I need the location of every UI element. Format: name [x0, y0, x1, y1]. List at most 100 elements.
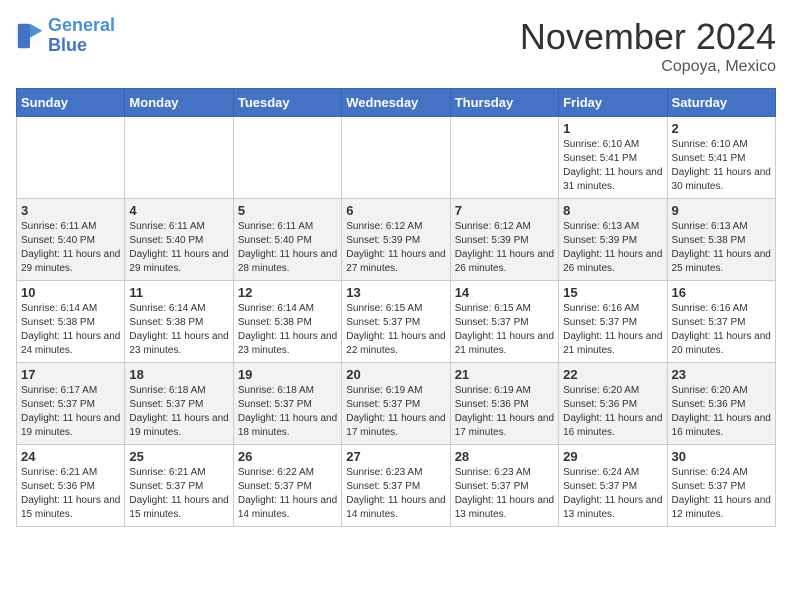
calendar-cell: 29Sunrise: 6:24 AM Sunset: 5:37 PM Dayli…: [559, 445, 667, 527]
day-number: 25: [129, 449, 228, 464]
calendar-cell: 13 Sunrise: 6:15 AM Sunset: 5:37 PM Dayli…: [342, 281, 450, 363]
logo-text: General Blue: [48, 16, 115, 56]
calendar-cell: [450, 117, 558, 199]
weekday-header-monday: Monday: [125, 89, 233, 117]
day-number: 11: [129, 285, 228, 300]
calendar-cell: 9Sunrise: 6:13 AM Sunset: 5:38 PM Daylig…: [667, 199, 775, 281]
day-number: 28: [455, 449, 554, 464]
calendar-cell: 1 Sunrise: 6:10 AM Sunset: 5:41 PM Daylig…: [559, 117, 667, 199]
calendar-cell: 21 Sunrise: 6:19 AM Sunset: 5:36 PM Dayli…: [450, 363, 558, 445]
weekday-header-wednesday: Wednesday: [342, 89, 450, 117]
calendar-cell: 17 Sunrise: 6:17 AM Sunset: 5:37 PM Dayli…: [17, 363, 125, 445]
day-info: Sunrise: 6:14 AM Sunset: 5:38 PM Dayligh…: [238, 302, 337, 358]
weekday-header-row: SundayMondayTuesdayWednesdayThursdayFrid…: [17, 89, 776, 117]
calendar-cell: 12 Sunrise: 6:14 AM Sunset: 5:38 PM Dayli…: [233, 281, 341, 363]
calendar: SundayMondayTuesdayWednesdayThursdayFrid…: [16, 88, 776, 527]
calendar-cell: 23 Sunrise: 6:20 AM Sunset: 5:36 PM Dayli…: [667, 363, 775, 445]
weekday-header-tuesday: Tuesday: [233, 89, 341, 117]
calendar-cell: 3 Sunrise: 6:11 AM Sunset: 5:40 PM Daylig…: [17, 199, 125, 281]
day-info: Sunrise: 6:10 AM Sunset: 5:41 PM Dayligh…: [563, 138, 662, 194]
day-info: Sunrise: 6:19 AM Sunset: 5:37 PM Dayligh…: [346, 384, 445, 440]
day-number: 7: [455, 203, 554, 218]
day-info: Sunrise: 6:24 AM Sunset: 5:37 PM Dayligh…: [672, 466, 771, 522]
day-number: 1: [563, 121, 662, 136]
weekday-header-sunday: Sunday: [17, 89, 125, 117]
day-number: 14: [455, 285, 554, 300]
calendar-cell: 27 Sunrise: 6:23 AM Sunset: 5:37 PM Dayli…: [342, 445, 450, 527]
day-info: Sunrise: 6:24 AM Sunset: 5:37 PM Dayligh…: [563, 466, 662, 522]
calendar-cell: 14 Sunrise: 6:15 AM Sunset: 5:37 PM Dayli…: [450, 281, 558, 363]
calendar-week-1: 1 Sunrise: 6:10 AM Sunset: 5:41 PM Daylig…: [17, 117, 776, 199]
day-number: 13: [346, 285, 445, 300]
location: Copoya, Mexico: [520, 58, 776, 76]
logo: General Blue: [16, 16, 115, 56]
day-number: 18: [129, 367, 228, 382]
weekday-header-thursday: Thursday: [450, 89, 558, 117]
calendar-cell: 30Sunrise: 6:24 AM Sunset: 5:37 PM Dayli…: [667, 445, 775, 527]
day-number: 21: [455, 367, 554, 382]
day-number: 22: [563, 367, 662, 382]
day-info: Sunrise: 6:16 AM Sunset: 5:37 PM Dayligh…: [672, 302, 771, 358]
day-number: 4: [129, 203, 228, 218]
day-number: 8: [563, 203, 662, 218]
calendar-cell: [125, 117, 233, 199]
day-number: 27: [346, 449, 445, 464]
day-info: Sunrise: 6:14 AM Sunset: 5:38 PM Dayligh…: [129, 302, 228, 358]
day-info: Sunrise: 6:23 AM Sunset: 5:37 PM Dayligh…: [346, 466, 445, 522]
calendar-cell: 16 Sunrise: 6:16 AM Sunset: 5:37 PM Dayli…: [667, 281, 775, 363]
calendar-week-4: 17 Sunrise: 6:17 AM Sunset: 5:37 PM Dayli…: [17, 363, 776, 445]
logo-icon: [16, 22, 44, 50]
day-number: 2: [672, 121, 771, 136]
month-title: November 2024: [520, 16, 776, 58]
day-number: 20: [346, 367, 445, 382]
calendar-cell: 18Sunrise: 6:18 AM Sunset: 5:37 PM Dayli…: [125, 363, 233, 445]
day-info: Sunrise: 6:15 AM Sunset: 5:37 PM Dayligh…: [346, 302, 445, 358]
calendar-week-5: 24Sunrise: 6:21 AM Sunset: 5:36 PM Dayli…: [17, 445, 776, 527]
day-info: Sunrise: 6:19 AM Sunset: 5:36 PM Dayligh…: [455, 384, 554, 440]
day-info: Sunrise: 6:12 AM Sunset: 5:39 PM Dayligh…: [346, 220, 445, 276]
calendar-cell: 15 Sunrise: 6:16 AM Sunset: 5:37 PM Dayli…: [559, 281, 667, 363]
day-number: 6: [346, 203, 445, 218]
calendar-cell: [17, 117, 125, 199]
calendar-cell: 2 Sunrise: 6:10 AM Sunset: 5:41 PM Daylig…: [667, 117, 775, 199]
calendar-cell: 8Sunrise: 6:13 AM Sunset: 5:39 PM Daylig…: [559, 199, 667, 281]
day-info: Sunrise: 6:11 AM Sunset: 5:40 PM Dayligh…: [129, 220, 228, 276]
day-info: Sunrise: 6:23 AM Sunset: 5:37 PM Dayligh…: [455, 466, 554, 522]
calendar-cell: 6 Sunrise: 6:12 AM Sunset: 5:39 PM Daylig…: [342, 199, 450, 281]
day-info: Sunrise: 6:12 AM Sunset: 5:39 PM Dayligh…: [455, 220, 554, 276]
weekday-header-saturday: Saturday: [667, 89, 775, 117]
day-info: Sunrise: 6:22 AM Sunset: 5:37 PM Dayligh…: [238, 466, 337, 522]
calendar-week-2: 3 Sunrise: 6:11 AM Sunset: 5:40 PM Daylig…: [17, 199, 776, 281]
day-number: 5: [238, 203, 337, 218]
calendar-cell: 25 Sunrise: 6:21 AM Sunset: 5:37 PM Dayli…: [125, 445, 233, 527]
day-number: 17: [21, 367, 120, 382]
calendar-cell: 4 Sunrise: 6:11 AM Sunset: 5:40 PM Daylig…: [125, 199, 233, 281]
calendar-week-3: 10 Sunrise: 6:14 AM Sunset: 5:38 PM Dayli…: [17, 281, 776, 363]
day-info: Sunrise: 6:16 AM Sunset: 5:37 PM Dayligh…: [563, 302, 662, 358]
day-info: Sunrise: 6:11 AM Sunset: 5:40 PM Dayligh…: [238, 220, 337, 276]
calendar-cell: [342, 117, 450, 199]
day-number: 24: [21, 449, 120, 464]
day-number: 15: [563, 285, 662, 300]
day-info: Sunrise: 6:14 AM Sunset: 5:38 PM Dayligh…: [21, 302, 120, 358]
day-info: Sunrise: 6:20 AM Sunset: 5:36 PM Dayligh…: [672, 384, 771, 440]
day-number: 3: [21, 203, 120, 218]
day-info: Sunrise: 6:21 AM Sunset: 5:37 PM Dayligh…: [129, 466, 228, 522]
calendar-cell: 22Sunrise: 6:20 AM Sunset: 5:36 PM Dayli…: [559, 363, 667, 445]
calendar-cell: 26Sunrise: 6:22 AM Sunset: 5:37 PM Dayli…: [233, 445, 341, 527]
day-number: 16: [672, 285, 771, 300]
day-number: 10: [21, 285, 120, 300]
calendar-cell: [233, 117, 341, 199]
calendar-cell: 19 Sunrise: 6:18 AM Sunset: 5:37 PM Dayli…: [233, 363, 341, 445]
day-number: 12: [238, 285, 337, 300]
day-info: Sunrise: 6:17 AM Sunset: 5:37 PM Dayligh…: [21, 384, 120, 440]
day-number: 19: [238, 367, 337, 382]
day-info: Sunrise: 6:18 AM Sunset: 5:37 PM Dayligh…: [238, 384, 337, 440]
calendar-cell: 11 Sunrise: 6:14 AM Sunset: 5:38 PM Dayli…: [125, 281, 233, 363]
day-info: Sunrise: 6:11 AM Sunset: 5:40 PM Dayligh…: [21, 220, 120, 276]
day-info: Sunrise: 6:15 AM Sunset: 5:37 PM Dayligh…: [455, 302, 554, 358]
calendar-cell: 10 Sunrise: 6:14 AM Sunset: 5:38 PM Dayli…: [17, 281, 125, 363]
day-number: 23: [672, 367, 771, 382]
page-header: General Blue November 2024 Copoya, Mexic…: [16, 16, 776, 76]
day-info: Sunrise: 6:10 AM Sunset: 5:41 PM Dayligh…: [672, 138, 771, 194]
